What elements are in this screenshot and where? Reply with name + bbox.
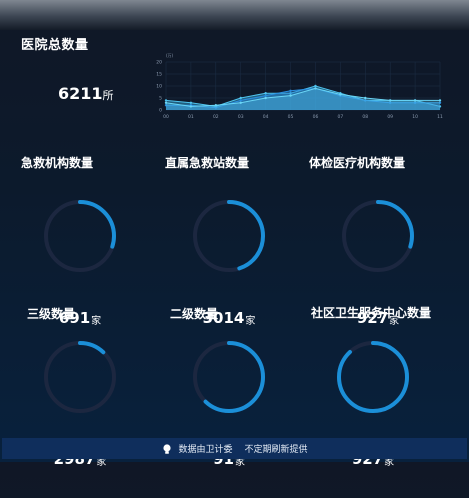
total-unit: 所 [102,89,114,102]
gauge-checkup: 927 家 [339,197,417,327]
series-point [438,99,442,102]
series-point [239,96,242,100]
x-tick-label: 06 [313,114,319,120]
series-point [314,87,317,90]
series-point [264,92,267,95]
gauge-unit: 家 [245,316,256,327]
series-point [164,99,168,102]
series-point [289,94,292,97]
series-point [239,99,242,102]
series-point [364,96,367,100]
card-label-checkup: 体检医疗机构数量 [309,156,406,170]
gauge-direct-station: 3014 家 [190,197,268,327]
lightbulb-icon [163,443,172,454]
series-point [214,104,218,107]
footer-note: 不定期刷新提供 [244,445,308,455]
ring-chart [44,200,116,272]
ring-chart [342,200,414,272]
x-tick-label: 09 [387,114,393,120]
ring-chart [193,341,265,413]
series-point [314,84,317,88]
x-tick-label: 08 [362,114,368,120]
gauge-level2: 91 家 [190,338,268,468]
gauge-value: 691 [58,309,91,327]
ring-chart [193,200,265,272]
y-tick-label: 0 [159,108,162,114]
x-tick-label: 10 [412,114,418,120]
ring-chart [337,341,409,413]
x-tick-label: 02 [213,114,219,120]
top-banner [0,0,469,30]
series-point [239,101,242,104]
card-label-direct-station: 直属急救站数量 [165,156,250,170]
gauge-unit: 家 [91,316,102,327]
footer-source: 数据由卫计委 [178,445,233,455]
x-tick-label: 11 [437,114,443,120]
series-point [289,89,292,92]
gauge-unit: 家 [389,316,400,327]
series-point [413,99,417,102]
series-point [388,99,392,102]
footer-bar: 数据由卫计委 不定期刷新提供 [2,438,467,459]
x-tick-label: 04 [263,114,269,120]
series-point [339,93,342,96]
y-tick-label: 5 [159,96,162,102]
series-point [264,96,267,100]
x-tick-label: 03 [238,114,244,120]
y-tick-label: 10 [156,84,162,90]
x-tick-label: 01 [188,114,194,120]
x-tick-label: 00 [163,114,169,120]
series-point [189,101,193,104]
series-point [264,94,267,97]
y-tick-label: 15 [156,72,162,78]
y-tick-label: 20 [156,60,162,66]
gauge-value: 3014 [202,309,245,327]
page-title: 医院总数量 [21,38,89,53]
series-point [164,101,168,104]
card-label-emergency: 急救机构数量 [21,156,94,170]
series-point [189,105,193,108]
total-value: 6211 [58,84,103,103]
gauge-level3: 2987 家 [41,338,119,468]
total-hospitals: 6211所 [58,84,114,103]
x-tick-label: 07 [337,114,343,120]
ring-progress [337,341,409,413]
ring-chart [44,341,116,413]
hospital-trend-chart: (万) 20 15 10 5 000 01 02 03 04 05 06 07 08 09 10 11 [156,53,443,120]
x-tick-label: 05 [288,114,294,120]
y-axis-unit: (万) [166,53,174,58]
gauge-community: 927 家 [334,338,412,468]
gauge-value: 927 [356,309,389,327]
gauge-emergency: 691 家 [41,197,119,327]
